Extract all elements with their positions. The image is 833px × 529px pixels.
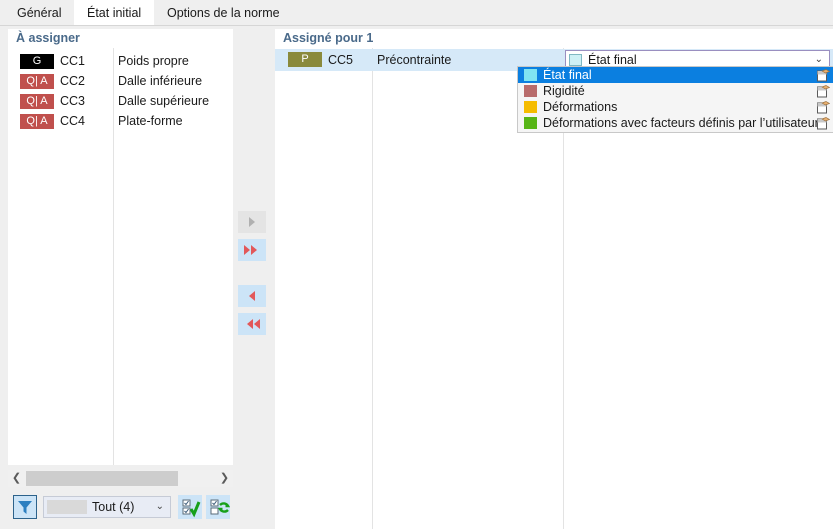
list-item[interactable]: Q| A CC4 Plate-forme bbox=[8, 112, 233, 131]
load-case-badge: Q| A bbox=[20, 94, 54, 109]
load-case-description: Dalle inférieure bbox=[118, 74, 203, 88]
filter-color-swatch bbox=[47, 500, 87, 514]
filter-select[interactable]: Tout (4) ⌄ bbox=[43, 496, 171, 518]
load-case-description: Poids propre bbox=[118, 54, 189, 68]
load-case-code: CC5 bbox=[328, 53, 354, 67]
load-case-code: CC4 bbox=[60, 114, 86, 128]
unassigned-list-header: À assigner bbox=[8, 29, 233, 48]
unassigned-list-panel: À assigner G CC1 Poids propre Q| A CC2 D… bbox=[8, 29, 233, 465]
scroll-right-icon[interactable]: ❯ bbox=[216, 470, 233, 487]
option-color-swatch bbox=[524, 85, 537, 97]
dropdown-option[interactable]: État final bbox=[518, 67, 833, 83]
tab-options-norme[interactable]: Options de la norme bbox=[154, 0, 293, 26]
dropdown-option[interactable]: Déformations bbox=[518, 99, 833, 115]
document-icon bbox=[816, 116, 831, 130]
document-icon bbox=[816, 100, 831, 114]
load-case-badge: G bbox=[20, 54, 54, 69]
invert-selection-button[interactable] bbox=[206, 495, 231, 519]
horizontal-scrollbar[interactable]: ❮ ❯ bbox=[8, 470, 233, 487]
document-icon bbox=[816, 84, 831, 98]
move-right-one-button[interactable] bbox=[238, 211, 266, 233]
load-case-description: Précontrainte bbox=[377, 53, 452, 67]
dropdown-option-label: Rigidité bbox=[543, 84, 585, 98]
list-item[interactable]: G CC1 Poids propre bbox=[8, 52, 233, 71]
tab-bar-divider bbox=[0, 25, 833, 26]
dropdown-option[interactable]: Déformations avec facteurs définis par l… bbox=[518, 115, 833, 131]
move-right-all-button[interactable] bbox=[238, 239, 266, 261]
load-case-badge: P bbox=[288, 52, 322, 67]
column-divider bbox=[372, 48, 373, 529]
load-case-description: Plate-forme bbox=[118, 114, 183, 128]
filter-toolbar: Tout (4) ⌄ bbox=[8, 493, 233, 521]
scrollbar-thumb[interactable] bbox=[26, 471, 178, 486]
list-item[interactable]: Q| A CC3 Dalle supérieure bbox=[8, 92, 233, 111]
dropdown-option-label: Déformations avec facteurs définis par l… bbox=[543, 116, 819, 130]
state-color-swatch bbox=[569, 54, 582, 66]
tab-etat-initial[interactable]: État initial bbox=[74, 0, 155, 26]
load-case-badge: Q| A bbox=[20, 114, 54, 129]
option-color-swatch bbox=[524, 101, 537, 113]
move-left-all-button[interactable] bbox=[238, 313, 266, 335]
option-color-swatch bbox=[524, 69, 537, 81]
filter-funnel-icon[interactable] bbox=[13, 495, 37, 519]
load-case-code: CC2 bbox=[60, 74, 86, 88]
tab-bar: Général État initial Options de la norme bbox=[0, 0, 833, 26]
dropdown-option[interactable]: Rigidité bbox=[518, 83, 833, 99]
option-color-swatch bbox=[524, 117, 537, 129]
load-case-code: CC1 bbox=[60, 54, 86, 68]
document-icon bbox=[816, 68, 831, 82]
load-case-code: CC3 bbox=[60, 94, 86, 108]
filter-select-value: Tout (4) bbox=[92, 500, 135, 514]
dropdown-option-label: Déformations bbox=[543, 100, 618, 114]
move-left-one-button[interactable] bbox=[238, 285, 266, 307]
load-case-description: Dalle supérieure bbox=[118, 94, 210, 108]
tab-general[interactable]: Général bbox=[4, 0, 74, 26]
select-all-button[interactable] bbox=[178, 495, 202, 519]
assigned-list-header: Assigné pour 1 bbox=[283, 31, 374, 45]
state-select-dropdown[interactable]: État final Rigidité Déformations Déforma… bbox=[517, 66, 833, 133]
dropdown-option-label: État final bbox=[543, 68, 592, 82]
load-case-badge: Q| A bbox=[20, 74, 54, 89]
list-item[interactable]: Q| A CC2 Dalle inférieure bbox=[8, 72, 233, 91]
chevron-down-icon: ⌄ bbox=[155, 501, 164, 512]
scroll-left-icon[interactable]: ❮ bbox=[8, 470, 25, 487]
